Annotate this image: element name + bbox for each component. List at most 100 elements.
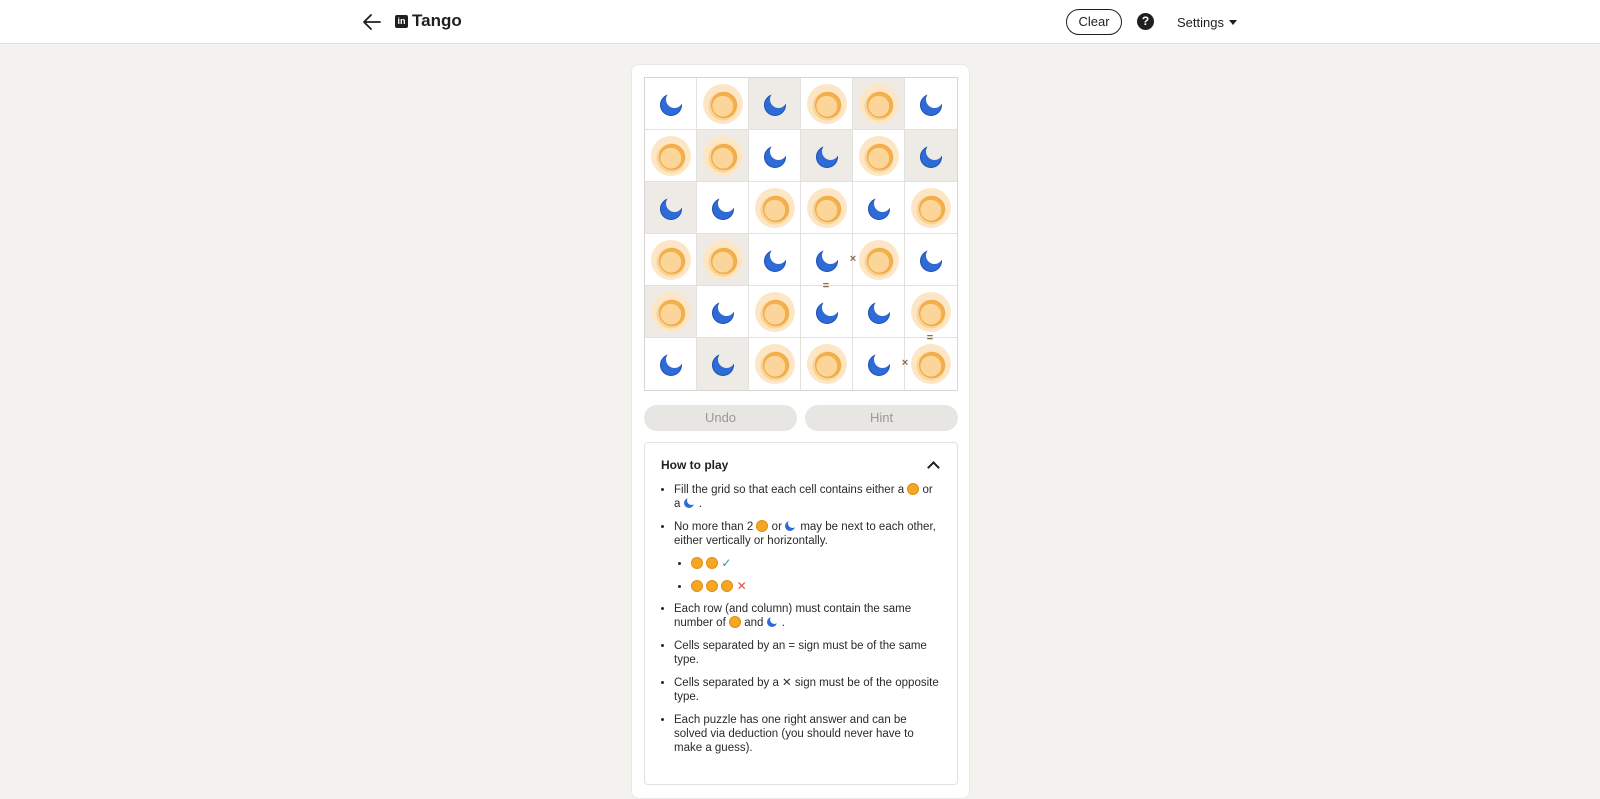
- example-invalid: ✕: [691, 579, 941, 593]
- grid-cell-r5c4[interactable]: [801, 286, 853, 338]
- moon-icon: [659, 90, 683, 116]
- equal-sign: =: [926, 332, 934, 344]
- sun-icon: [650, 135, 691, 176]
- moon-icon: [711, 194, 735, 220]
- grid-cell-r4c6[interactable]: [905, 234, 957, 286]
- undo-button[interactable]: Undo: [644, 405, 797, 431]
- sun-icon: [706, 557, 719, 569]
- grid-cell-r5c1[interactable]: [645, 286, 697, 338]
- moon-icon: [867, 351, 891, 376]
- grid-cell-r6c3[interactable]: [749, 338, 801, 390]
- grid-cell-r3c6[interactable]: [905, 182, 957, 234]
- grid-cell-r6c4[interactable]: [801, 338, 853, 390]
- moon-icon: [815, 246, 839, 272]
- grid-cell-r5c5[interactable]: [853, 286, 905, 338]
- rule-item: Cells separated by an = sign must be of …: [674, 639, 941, 667]
- grid-cell-r3c5[interactable]: [853, 182, 905, 234]
- grid-cell-r3c1[interactable]: [645, 182, 697, 234]
- how-to-play-header[interactable]: How to play: [661, 457, 941, 474]
- hint-button[interactable]: Hint: [805, 405, 958, 431]
- grid-cell-r2c6[interactable]: [905, 130, 957, 182]
- grid-cell-r6c2[interactable]: [697, 338, 749, 390]
- moon-icon: [766, 615, 779, 628]
- rule-item: Each row (and column) must contain the s…: [674, 602, 941, 630]
- rule-item: Fill the grid so that each cell contains…: [674, 483, 941, 511]
- clear-button[interactable]: Clear: [1066, 9, 1122, 35]
- rules-list: Fill the grid so that each cell contains…: [661, 483, 941, 755]
- grid-cell-r5c3[interactable]: [749, 286, 801, 338]
- grid-cell-r4c3[interactable]: [749, 234, 801, 286]
- moon-icon: [815, 298, 839, 324]
- check-icon: ✓: [721, 556, 732, 570]
- sun-icon: [702, 239, 743, 280]
- grid-cell-r3c3[interactable]: [749, 182, 801, 234]
- help-icon[interactable]: ?: [1137, 13, 1154, 30]
- grid-cell-r2c1[interactable]: [645, 130, 697, 182]
- sun-icon: [728, 616, 741, 628]
- moon-icon: [867, 194, 891, 220]
- grid-cell-r2c3[interactable]: [749, 130, 801, 182]
- grid-cell-r5c2[interactable]: [697, 286, 749, 338]
- moon-icon: [763, 142, 787, 168]
- grid-cell-r3c2[interactable]: [697, 182, 749, 234]
- brand: in Tango: [395, 11, 462, 31]
- sun-icon: [650, 291, 691, 332]
- cross-sign: ×: [901, 357, 909, 369]
- sun-icon: [858, 83, 899, 124]
- how-to-play-panel: How to play Fill the grid so that each c…: [644, 442, 958, 785]
- sun-icon: [702, 135, 743, 176]
- sun-icon: [754, 344, 795, 384]
- grid-cell-r1c1[interactable]: [645, 78, 697, 130]
- sun-icon: [756, 520, 769, 532]
- how-to-play-title: How to play: [661, 458, 729, 472]
- moon-icon: [785, 519, 798, 532]
- action-buttons: Undo Hint: [644, 405, 958, 431]
- page-title: Tango: [412, 11, 462, 30]
- rule-item: Cells separated by a ✕ sign must be of t…: [674, 676, 941, 704]
- grid-cell-r1c6[interactable]: [905, 78, 957, 130]
- moon-icon: [659, 194, 683, 220]
- grid-cell-r1c2[interactable]: [697, 78, 749, 130]
- back-arrow-icon[interactable]: [360, 10, 384, 34]
- grid-cell-r4c2[interactable]: [697, 234, 749, 286]
- moon-icon: [919, 90, 943, 116]
- example-list: ✓ ✕: [674, 556, 941, 593]
- sun-icon: [806, 344, 847, 384]
- chevron-up-icon[interactable]: [927, 461, 940, 474]
- grid-cell-r4c4[interactable]: × =: [801, 234, 856, 292]
- settings-label: Settings: [1177, 15, 1224, 30]
- sun-icon: [754, 187, 795, 228]
- linkedin-icon: in: [395, 14, 408, 28]
- grid-cell-r2c5[interactable]: [853, 130, 905, 182]
- grid-cell-r5c6[interactable]: =: [905, 286, 957, 344]
- cross-icon: ✕: [782, 677, 792, 689]
- example-valid: ✓: [691, 556, 941, 570]
- moon-icon: [867, 298, 891, 324]
- grid-cell-r3c4[interactable]: [801, 182, 853, 234]
- grid-cell-r1c3[interactable]: [749, 78, 801, 130]
- sun-icon: [858, 239, 899, 280]
- moon-icon: [711, 351, 735, 376]
- top-bar: in Tango Clear ? Settings: [0, 0, 1600, 44]
- settings-dropdown[interactable]: Settings: [1177, 15, 1237, 30]
- grid-cell-r2c2[interactable]: [697, 130, 749, 182]
- cross-icon: ✕: [736, 579, 747, 593]
- grid-cell-r4c5[interactable]: [853, 234, 905, 286]
- sun-icon: [650, 239, 691, 280]
- grid-cell-r4c1[interactable]: [645, 234, 697, 286]
- grid-cell-r1c4[interactable]: [801, 78, 853, 130]
- grid-cell-r6c6[interactable]: [905, 338, 957, 390]
- grid-cell-r1c5[interactable]: [853, 78, 905, 130]
- moon-icon: [711, 298, 735, 324]
- sun-icon: [702, 83, 743, 124]
- moon-icon: [683, 496, 696, 509]
- moon-icon: [919, 246, 943, 272]
- grid-cell-r6c1[interactable]: [645, 338, 697, 390]
- caret-down-icon: [1228, 20, 1237, 25]
- game-card: ×==× Undo Hint How to play Fill the grid…: [631, 64, 970, 799]
- equal-sign: =: [822, 280, 830, 292]
- grid-cell-r2c4[interactable]: [801, 130, 853, 182]
- sun-icon: [754, 291, 795, 332]
- grid-cell-r6c5[interactable]: ×: [853, 338, 908, 390]
- moon-icon: [919, 142, 943, 168]
